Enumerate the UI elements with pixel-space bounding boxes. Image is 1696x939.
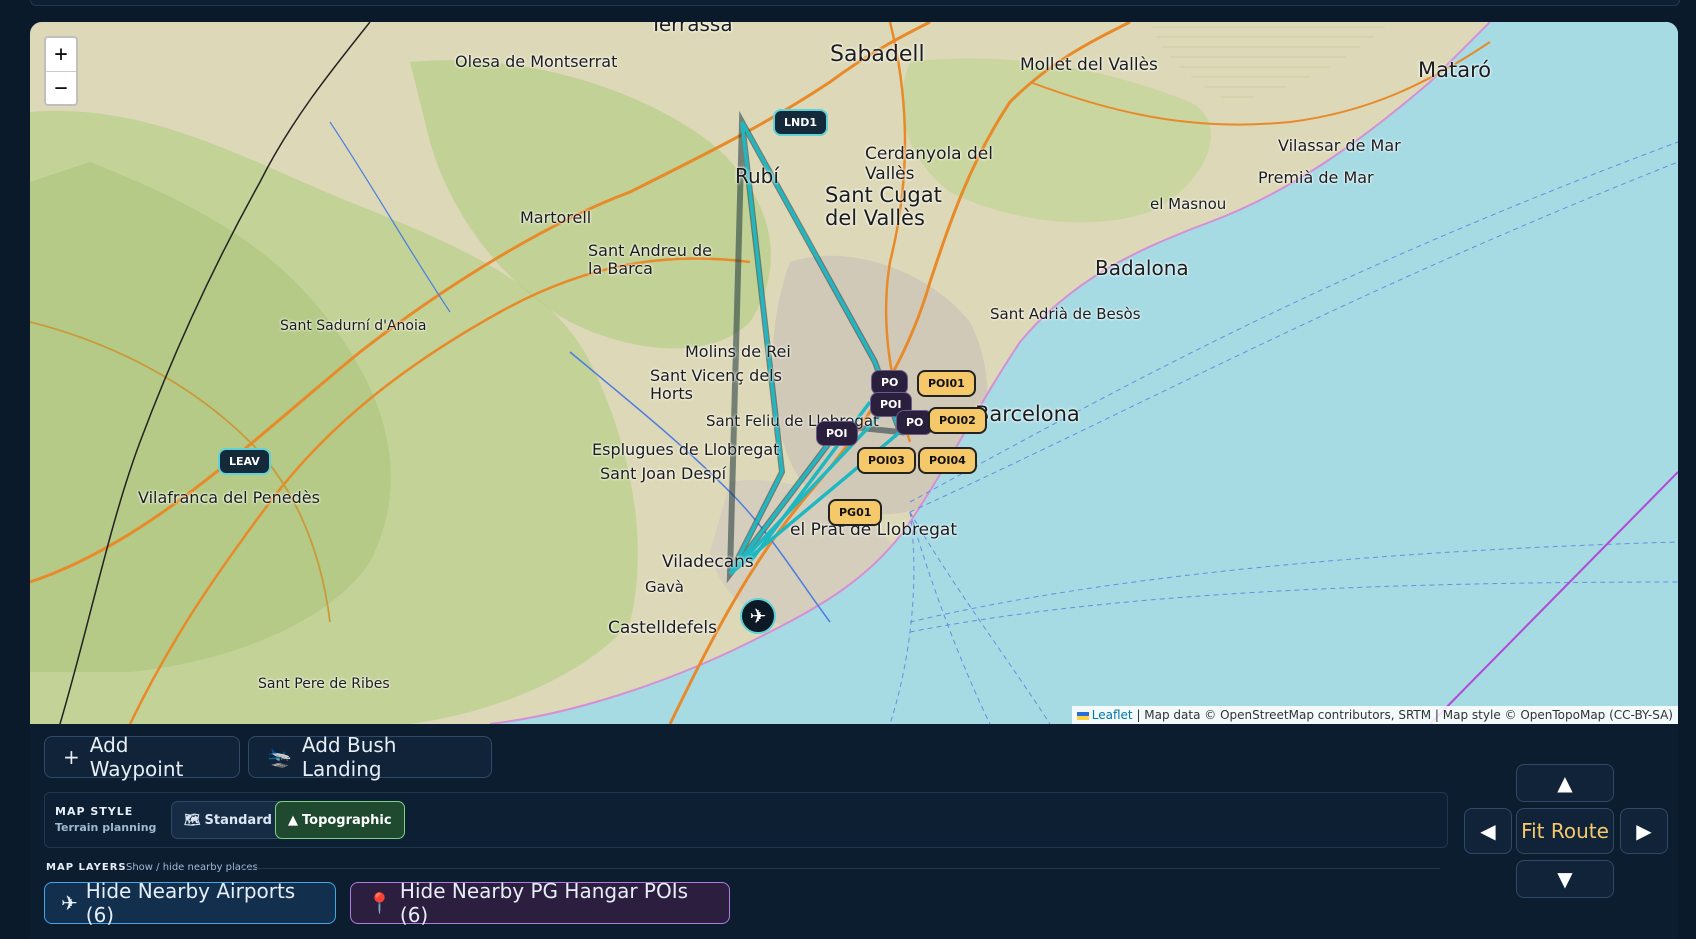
airport-plane-icon[interactable]: ✈ (740, 598, 776, 634)
leaflet-link[interactable]: Leaflet (1092, 708, 1133, 722)
map-style-subtitle: Terrain planning (55, 821, 157, 834)
zoom-out-button[interactable]: − (46, 71, 76, 104)
city-label: Sant Vicenç dels Horts (650, 366, 782, 404)
zoom-in-button[interactable]: + (46, 38, 76, 71)
pan-down-button[interactable]: ▼ (1516, 860, 1614, 898)
waypoint-marker-poi02[interactable]: POI02 (928, 407, 987, 434)
city-label: el Masnou (1150, 195, 1227, 213)
route-controls-panel: + Add Waypoint 🛬 Add Bush Landing MAP ST… (30, 724, 1678, 939)
city-label: Sant Pere de Ribes (258, 676, 390, 692)
poi-marker[interactable]: POI (816, 421, 858, 446)
add-waypoint-button[interactable]: + Add Waypoint (44, 733, 240, 781)
city-label: Viladecans (662, 552, 754, 572)
top-panel-edge (30, 0, 1680, 6)
city-label: Esplugues de Llobregat (592, 440, 780, 459)
city-label: Cerdanyola del Vallès (865, 144, 993, 185)
attribution-text: | Map data © OpenStreetMap contributors,… (1136, 708, 1673, 722)
route-map[interactable]: + − Terrassa Sabadell Mollet del Vallès … (30, 22, 1678, 724)
pan-left-button[interactable]: ◀ (1464, 808, 1512, 854)
mountain-icon: ▲ (288, 812, 298, 828)
toggle-nearby-airports-button[interactable]: ✈ Hide Nearby Airports (6) (44, 879, 336, 927)
waypoint-marker-poi04[interactable]: POI04 (918, 447, 977, 474)
map-style-title: MAP STYLE (55, 805, 134, 818)
waypoint-marker-lnd1[interactable]: LND1 (773, 109, 828, 136)
toggle-pg-hangar-pois-button[interactable]: 📍 Hide Nearby PG Hangar POIs (6) (350, 879, 730, 927)
city-label: Vilafranca del Penedès (138, 488, 320, 507)
city-label: Barcelona (975, 402, 1080, 426)
city-label: Vilassar de Mar (1278, 136, 1401, 155)
city-label: Sant Joan Despí (600, 464, 727, 483)
pin-icon: 📍 (367, 891, 392, 915)
map-layers-subtitle: Show / hide nearby places (126, 862, 258, 873)
city-label: Molins de Rei (685, 342, 791, 361)
waypoint-marker-poi03[interactable]: POI03 (857, 447, 916, 474)
waypoint-marker-pg01[interactable]: PG01 (828, 499, 883, 526)
city-label: Sant Adrià de Besòs (990, 305, 1141, 323)
city-label: Badalona (1095, 256, 1189, 280)
city-label: Rubí (735, 164, 779, 188)
city-label: Gavà (645, 578, 684, 596)
fit-route-button[interactable]: Fit Route (1516, 808, 1614, 854)
standard-style-button[interactable]: 🗺 Standard (171, 801, 285, 839)
waypoint-marker-leav[interactable]: LEAV (218, 448, 271, 475)
city-label: Sabadell (830, 42, 925, 67)
city-label: Martorell (520, 208, 592, 227)
add-bush-landing-label: Add Bush Landing (301, 733, 397, 781)
pan-right-button[interactable]: ▶ (1620, 808, 1668, 854)
city-label: Castelldefels (608, 618, 717, 638)
city-label: Olesa de Montserrat (455, 52, 618, 71)
add-waypoint-label: Add Waypoint (89, 733, 184, 781)
zoom-control: + − (44, 36, 78, 106)
city-label: Premià de Mar (1258, 168, 1374, 187)
plane-icon: ✈ (61, 891, 78, 915)
layers-divider (240, 868, 1440, 869)
plus-icon: + (63, 745, 80, 769)
pan-up-button[interactable]: ▲ (1516, 764, 1614, 802)
add-bush-landing-button[interactable]: 🛬 Add Bush Landing (248, 733, 492, 781)
city-label: Sant Cugat del Vallès (825, 183, 942, 231)
topographic-style-button[interactable]: ▲ Topographic (275, 801, 405, 839)
standard-label: Standard (204, 812, 272, 828)
ukraine-flag-icon (1076, 711, 1089, 720)
map-layers-title: MAP LAYERS (46, 862, 127, 873)
landing-icon: 🛬 (267, 745, 292, 769)
city-label: Terrassa (650, 22, 733, 36)
map-style-section: MAP STYLE Terrain planning 🗺 Standard ▲ … (44, 792, 1448, 848)
city-label: Mollet del Vallès (1020, 55, 1158, 75)
map-icon: 🗺 (184, 812, 201, 828)
city-label: Sant Sadurní d'Anoia (280, 318, 427, 334)
map-attribution: Leaflet | Map data © OpenStreetMap contr… (1071, 706, 1678, 724)
city-label: Sant Andreu de la Barca (588, 241, 712, 278)
map-tiles (30, 22, 1678, 724)
topographic-label: Topographic (302, 812, 392, 828)
pg-toggle-label: Hide Nearby PG Hangar POIs (6) (399, 879, 689, 927)
airports-toggle-label: Hide Nearby Airports (6) (85, 879, 296, 927)
city-label: Mataró (1418, 58, 1492, 82)
waypoint-marker-poi01[interactable]: POI01 (917, 370, 976, 397)
